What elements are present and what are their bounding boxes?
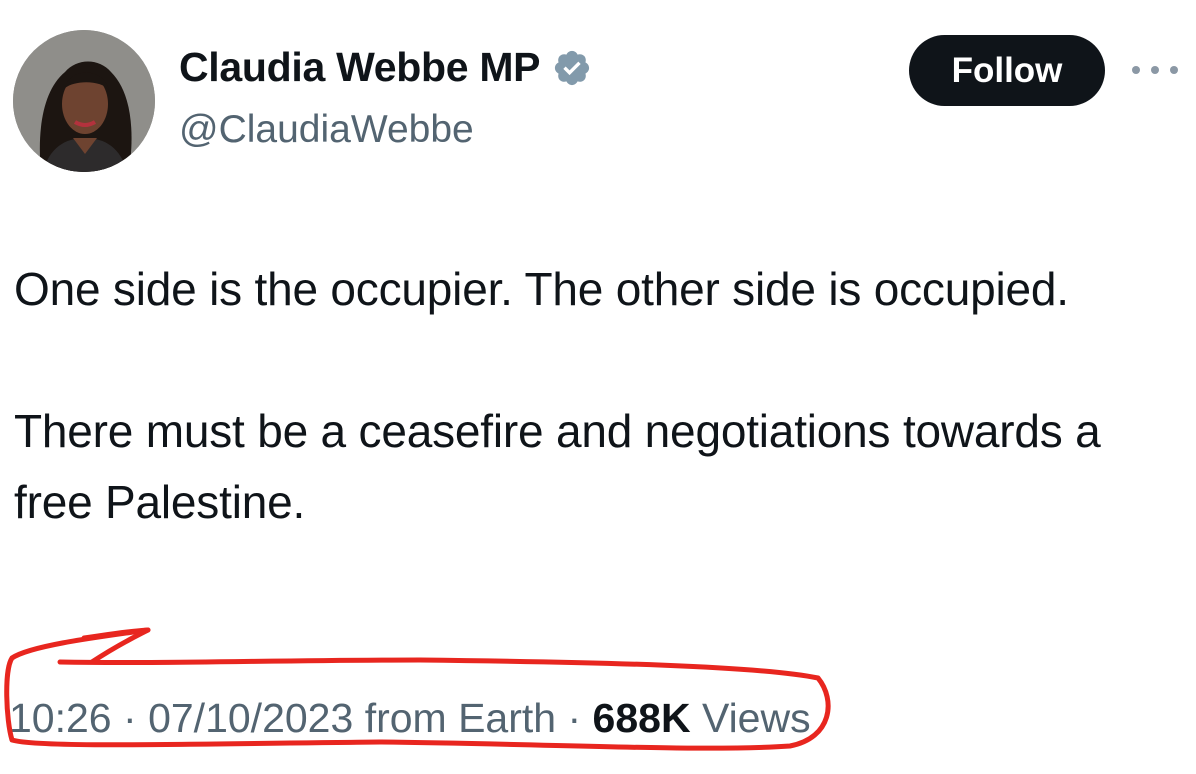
meta-separator: ·: [567, 695, 582, 741]
more-dot: [1132, 66, 1140, 74]
tweet-date[interactable]: 07/10/2023: [148, 695, 353, 741]
tweet-meta: 10:26 · 07/10/2023 from Earth · 688K Vie…: [9, 695, 811, 742]
avatar[interactable]: [13, 30, 155, 172]
more-dot: [1151, 66, 1159, 74]
author-display-name[interactable]: Claudia Webbe MP: [179, 44, 541, 91]
more-horizontal-icon[interactable]: [1132, 60, 1178, 80]
tweet-paragraph: There must be a ceasefire and negotiatio…: [14, 405, 1101, 528]
tweet-time[interactable]: 10:26: [9, 695, 112, 741]
tweet-text: One side is the occupier. The other side…: [14, 254, 1164, 538]
author-handle[interactable]: @ClaudiaWebbe: [179, 108, 474, 152]
avatar-photo: [13, 30, 155, 172]
follow-button[interactable]: Follow: [909, 35, 1105, 106]
views-label[interactable]: Views: [702, 695, 811, 741]
verified-badge-icon[interactable]: [552, 48, 592, 88]
author-name[interactable]: Claudia Webbe MP: [179, 44, 592, 91]
tweet-source: from Earth: [364, 695, 557, 741]
more-dot: [1170, 66, 1178, 74]
tweet-paragraph: One side is the occupier. The other side…: [14, 263, 1069, 315]
meta-separator: ·: [123, 695, 137, 741]
views-count[interactable]: 688K: [593, 695, 691, 741]
